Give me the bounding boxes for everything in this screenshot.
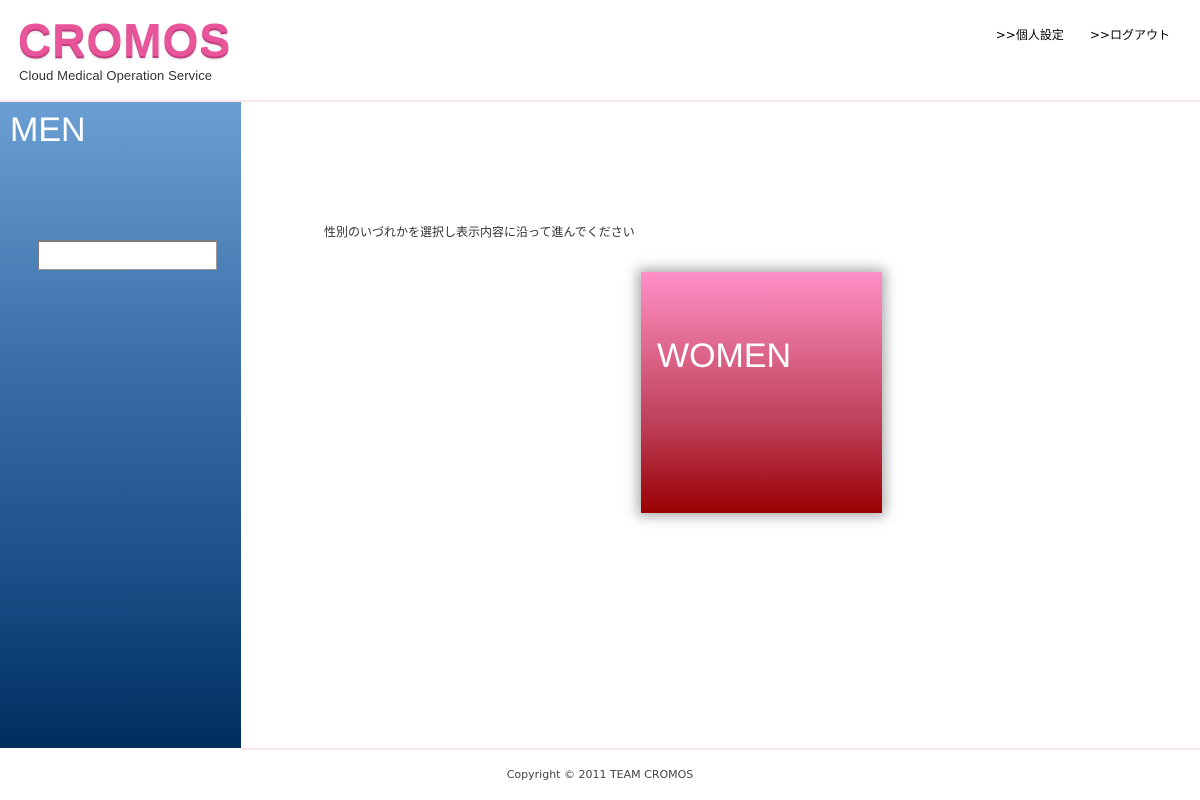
personal-settings-link[interactable]: >>個人設定 [996,26,1064,43]
cromos-logo[interactable]: CROMOS Cloud Medical Operation Service [18,14,240,86]
women-tile-button[interactable]: WOMEN [641,272,882,513]
instruction-text: 性別のいづれかを選択し表示内容に沿って進んでください [324,225,635,239]
footer-copyright: Copyright © 2011 TEAM CROMOS [506,768,694,781]
logout-link[interactable]: >>ログアウト [1090,26,1170,43]
content-divider [241,748,1200,750]
logo-subtitle: Cloud Medical Operation Service [19,68,213,83]
men-text-input[interactable] [37,240,217,270]
women-label: WOMEN [657,337,792,375]
men-label: MEN [10,111,86,149]
men-panel-button[interactable]: MEN [0,102,241,748]
logo-wordmark: CROMOS [18,14,231,66]
header: CROMOS Cloud Medical Operation Service >… [0,0,1200,100]
page: CROMOS Cloud Medical Operation Service >… [0,0,1200,800]
header-links: >>個人設定 >>ログアウト [996,26,1170,43]
